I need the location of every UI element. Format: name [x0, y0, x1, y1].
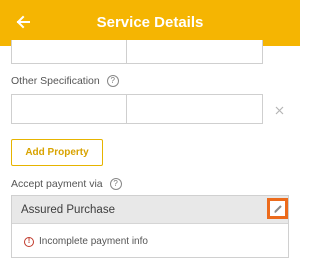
- payment-card-header: Assured Purchase: [12, 196, 288, 224]
- page-title: Service Details: [96, 14, 204, 31]
- remove-spec-button[interactable]: [271, 102, 287, 118]
- question-circle-icon[interactable]: ?: [109, 178, 122, 190]
- accept-payment-text: Accept payment via: [11, 178, 103, 190]
- edit-payment-button[interactable]: [267, 198, 288, 219]
- payment-method-card: Assured Purchase ! Incomplete payment in…: [11, 195, 289, 258]
- add-property-button[interactable]: Add Property: [11, 139, 103, 166]
- other-specification-label: Other Specification ?: [11, 75, 119, 87]
- previous-spec-name-input[interactable]: [11, 40, 127, 64]
- question-circle-icon[interactable]: ?: [106, 75, 119, 87]
- spec-value-input[interactable]: [126, 94, 263, 124]
- close-icon: [275, 106, 283, 114]
- payment-status-text: Incomplete payment info: [39, 236, 148, 247]
- payment-method-title: Assured Purchase: [21, 204, 115, 216]
- payment-status: ! Incomplete payment info: [24, 236, 148, 247]
- accept-payment-label: Accept payment via ?: [11, 178, 122, 190]
- other-specification-text: Other Specification: [11, 75, 100, 87]
- exclamation-circle-icon: !: [24, 236, 34, 247]
- previous-spec-value-input[interactable]: [126, 40, 263, 64]
- pencil-icon: [273, 204, 282, 213]
- spec-name-input[interactable]: [11, 94, 127, 124]
